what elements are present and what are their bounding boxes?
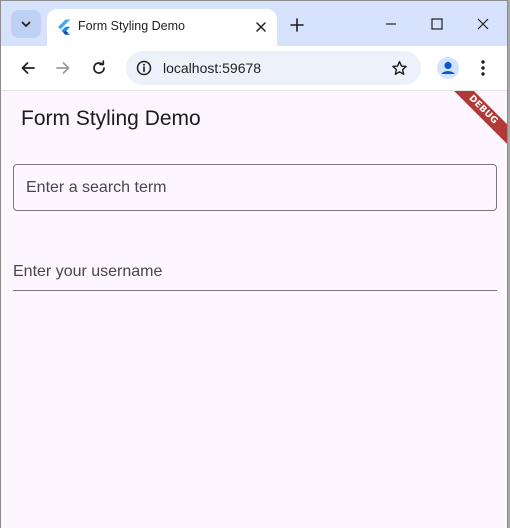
tab-title: Form Styling Demo — [78, 19, 185, 33]
browser-menu-button[interactable] — [469, 54, 497, 82]
kebab-menu-icon — [481, 60, 485, 76]
maximize-button[interactable] — [414, 1, 460, 46]
new-tab-button[interactable] — [285, 13, 309, 37]
reload-icon — [93, 60, 105, 74]
back-button[interactable] — [14, 54, 42, 82]
browser-toolbar: localhost:59678 — [1, 46, 507, 91]
close-icon — [477, 18, 489, 29]
url-text[interactable]: localhost:59678 — [163, 60, 261, 76]
arrow-right-icon — [56, 62, 70, 74]
username-field[interactable] — [13, 254, 497, 291]
page-content: Form Styling Demo DEBUG — [1, 91, 507, 528]
forward-button[interactable] — [49, 54, 77, 82]
maximize-icon — [431, 17, 443, 30]
plus-icon — [290, 18, 304, 32]
avatar-icon — [437, 57, 459, 79]
minimize-button[interactable] — [368, 1, 414, 46]
app-bar-title: Form Styling Demo — [21, 107, 201, 130]
tab-strip: Form Styling Demo — [1, 1, 507, 46]
profile-button[interactable] — [433, 53, 463, 83]
browser-window: Form Styling Demo localhost:59678 Form S… — [0, 0, 508, 528]
info-icon — [136, 60, 152, 76]
flutter-icon — [58, 19, 71, 35]
arrow-left-icon — [21, 62, 35, 74]
reload-button[interactable] — [85, 54, 113, 82]
search-input[interactable] — [13, 164, 497, 211]
tab-search-button[interactable] — [11, 10, 41, 38]
tab-close-button[interactable] — [251, 17, 271, 37]
address-bar[interactable]: localhost:59678 — [126, 51, 421, 85]
bookmark-button[interactable] — [389, 58, 409, 78]
chevron-down-icon — [21, 21, 31, 27]
close-window-button[interactable] — [460, 1, 506, 46]
minimize-icon — [386, 22, 396, 25]
star-icon — [391, 60, 407, 75]
tab-form-styling-demo[interactable]: Form Styling Demo — [47, 9, 277, 46]
site-info-button[interactable] — [135, 59, 153, 77]
close-icon — [256, 22, 266, 32]
debug-banner: DEBUG — [444, 91, 507, 149]
